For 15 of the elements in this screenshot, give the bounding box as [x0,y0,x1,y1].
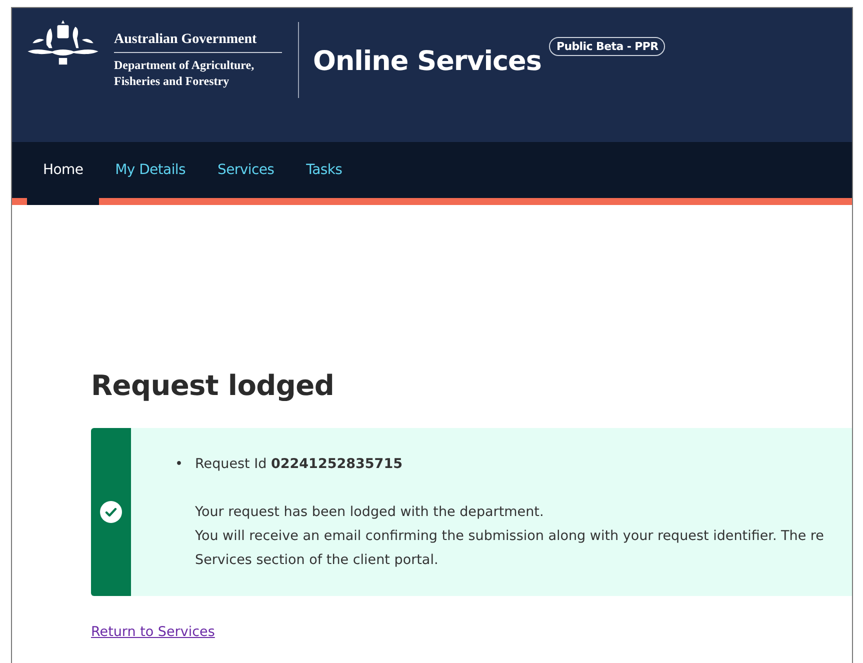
bullet: • [175,455,184,474]
alert-text: You will receive an email confirming the submission along with your request identifier. The re [195,527,824,546]
alert-text: Services section of the client portal. [195,551,438,570]
alert-text: Your request has been lodged with the department. [195,503,544,522]
request-id: Request Id 02241252835715 [195,455,402,474]
beta-badge: Public Beta - PPR [549,37,666,56]
site-title: Online Services [313,46,542,77]
return-link[interactable]: Return to Services [91,624,215,640]
check-icon [100,501,122,523]
page-title: Request lodged [91,369,336,402]
government-name: Australian Government [114,32,282,53]
nav-tab[interactable]: My Details [99,142,202,198]
nav-tab[interactable]: Services [202,142,290,198]
department-name: Department of Agriculture, Fisheries and Forestry [114,57,256,90]
nav-tab[interactable]: Tasks [290,142,358,198]
